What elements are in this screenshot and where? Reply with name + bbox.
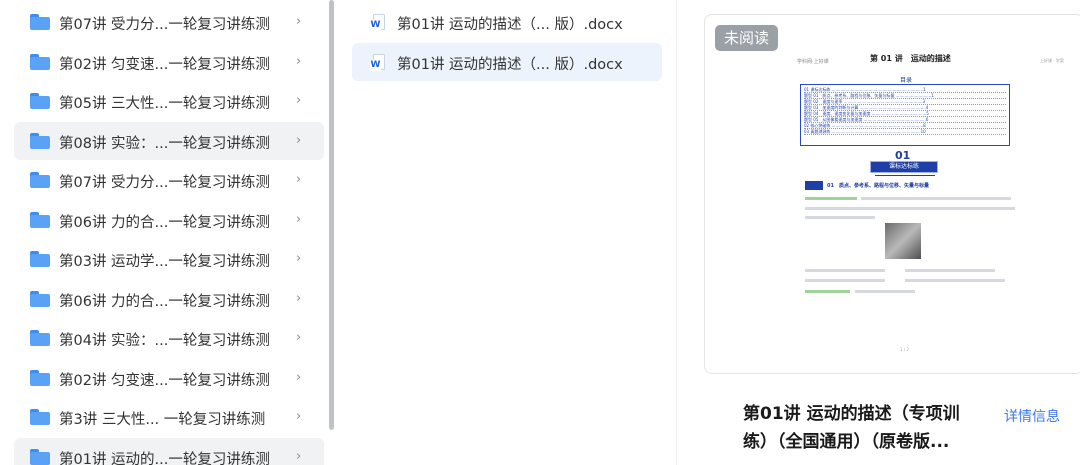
folder-item[interactable]: 第07讲 受力分...一轮复习讲练测 ›: [14, 3, 324, 41]
folder-list-scrollbar[interactable]: [329, 0, 334, 430]
folder-list: 第07讲 受力分...一轮复习讲练测 › 第02讲 匀变速...一轮复习讲练测 › 第0…: [0, 0, 338, 465]
preview-text-line: [805, 290, 850, 293]
preview-text-line: [861, 197, 1011, 200]
preview-toc-label: 目录: [900, 77, 913, 84]
document-title: 第01讲 运动的描述（专项训练）（全国通用）（原卷版...: [743, 404, 960, 452]
file-list: W 第01讲 运动的描述（... 版）.docx W 第01讲 运动的描述（... 版…: [340, 0, 676, 465]
preview-page-number: 1 / 2: [900, 347, 909, 352]
chevron-right-icon: ›: [296, 53, 302, 69]
file-label: 第01讲 运动的描述（... 版）.docx: [397, 57, 623, 73]
preview-toc: 01 课标达标练 ...............................…: [800, 84, 1010, 146]
folder-label: 第08讲 实验：...一轮复习讲练测: [59, 135, 270, 152]
folder-icon: [30, 172, 50, 188]
folder-icon: [30, 251, 50, 267]
preview-text-line: [805, 216, 875, 219]
chevron-right-icon: ›: [296, 211, 302, 227]
unread-badge: 未阅读: [715, 25, 779, 51]
folder-label: 第02讲 匀变速...一轮复习讲练测: [59, 372, 270, 389]
folder-item[interactable]: 第03讲 运动学...一轮复习讲练测 ›: [14, 240, 324, 278]
preview-text-line: [805, 197, 857, 200]
preview-text-line: [855, 290, 915, 293]
preview-section-underline: [875, 175, 935, 176]
chevron-right-icon: ›: [296, 14, 302, 29]
folder-icon: [30, 53, 50, 70]
preview-topic-heading: 01 质点、参考系、路程与位移、矢量与标量: [827, 183, 929, 189]
folder-icon: [30, 211, 50, 228]
preview-text-line: [905, 279, 1005, 282]
chevron-right-icon: ›: [296, 172, 302, 187]
file-item[interactable]: W 第01讲 运动的描述（... 版）.docx: [352, 3, 662, 41]
folder-label: 第07讲 受力分...一轮复习讲练测: [59, 175, 270, 191]
folder-icon: [30, 409, 50, 425]
file-label: 第01讲 运动的描述（... 版）.docx: [397, 17, 623, 33]
toc-line: 03 真题溯源练 ...............................…: [804, 129, 1006, 135]
chevron-right-icon: ›: [296, 251, 302, 266]
folder-label: 第06讲 力的合...一轮复习讲练测: [59, 214, 270, 231]
folder-item[interactable]: 第02讲 匀变速...一轮复习讲练测 ›: [14, 359, 324, 397]
folder-item[interactable]: 第08讲 实验：...一轮复习讲练测 ›: [14, 121, 324, 160]
column-divider: [676, 0, 677, 465]
chevron-right-icon: ›: [296, 369, 302, 385]
folder-item[interactable]: 第07讲 受力分...一轮复习讲练测 ›: [14, 161, 324, 199]
chevron-right-icon: ›: [296, 132, 302, 148]
folder-item[interactable]: 第04讲 实验：...一轮复习讲练测 ›: [14, 319, 324, 357]
folder-label: 第05讲 三大性...一轮复习讲练测: [59, 96, 270, 112]
details-link[interactable]: 详情信息: [1004, 406, 1060, 426]
chevron-right-icon: ›: [296, 290, 302, 306]
folder-label: 第06讲 力的合...一轮复习讲练测: [59, 293, 270, 310]
folder-icon: [30, 330, 50, 346]
preview-header-right: 上好课 · 学案: [1040, 58, 1064, 63]
word-doc-icon: W: [370, 54, 385, 72]
folder-icon: [30, 290, 50, 307]
folder-label: 第04讲 实验：...一轮复习讲练测: [59, 333, 270, 349]
preview-header-left: 学科网·上好课: [797, 59, 829, 65]
preview-text-line: [805, 269, 885, 272]
chevron-right-icon: ›: [296, 448, 302, 464]
folder-label: 第01讲 运动的...一轮复习讲练测: [59, 451, 270, 465]
document-preview[interactable]: 未阅读 学科网·上好课 www.zxxk.com 上好课 · 学案 第 01 讲…: [704, 14, 1080, 374]
folder-icon: [30, 132, 50, 149]
folder-item[interactable]: 第01讲 运动的...一轮复习讲练测 ›: [14, 437, 324, 465]
preview-text-line: [805, 207, 1015, 210]
preview-doc-title: 第 01 讲 运动的描述: [870, 54, 951, 63]
word-doc-icon: W: [370, 14, 385, 32]
folder-item[interactable]: 第05讲 三大性...一轮复习讲练测 ›: [14, 82, 324, 120]
preview-topic-tag: [805, 181, 823, 190]
file-item[interactable]: W 第01讲 运动的描述（... 版）.docx: [352, 43, 662, 81]
preview-text-line: [905, 269, 995, 272]
folder-label: 第07讲 受力分...一轮复习讲练测: [59, 17, 270, 33]
folder-item[interactable]: 第3讲 三大性... 一轮复习讲练测 ›: [14, 398, 324, 436]
folder-icon: [30, 448, 50, 465]
folder-label: 第02讲 匀变速...一轮复习讲练测: [59, 56, 270, 73]
preview-photo: [885, 223, 921, 259]
folder-item[interactable]: 第02讲 匀变速...一轮复习讲练测 ›: [14, 43, 324, 81]
folder-icon: [30, 14, 50, 30]
folder-icon: [30, 93, 50, 109]
chevron-right-icon: ›: [296, 409, 302, 424]
chevron-right-icon: ›: [296, 330, 302, 345]
preview-text-line: [805, 279, 885, 282]
folder-label: 第3讲 三大性... 一轮复习讲练测: [59, 412, 266, 428]
folder-item[interactable]: 第06讲 力的合...一轮复习讲练测 ›: [14, 280, 324, 318]
folder-item[interactable]: 第06讲 力的合...一轮复习讲练测 ›: [14, 201, 324, 239]
chevron-right-icon: ›: [296, 93, 302, 108]
preview-section-banner: 课标达标练: [870, 161, 938, 173]
folder-icon: [30, 369, 50, 386]
folder-label: 第03讲 运动学...一轮复习讲练测: [59, 254, 270, 270]
